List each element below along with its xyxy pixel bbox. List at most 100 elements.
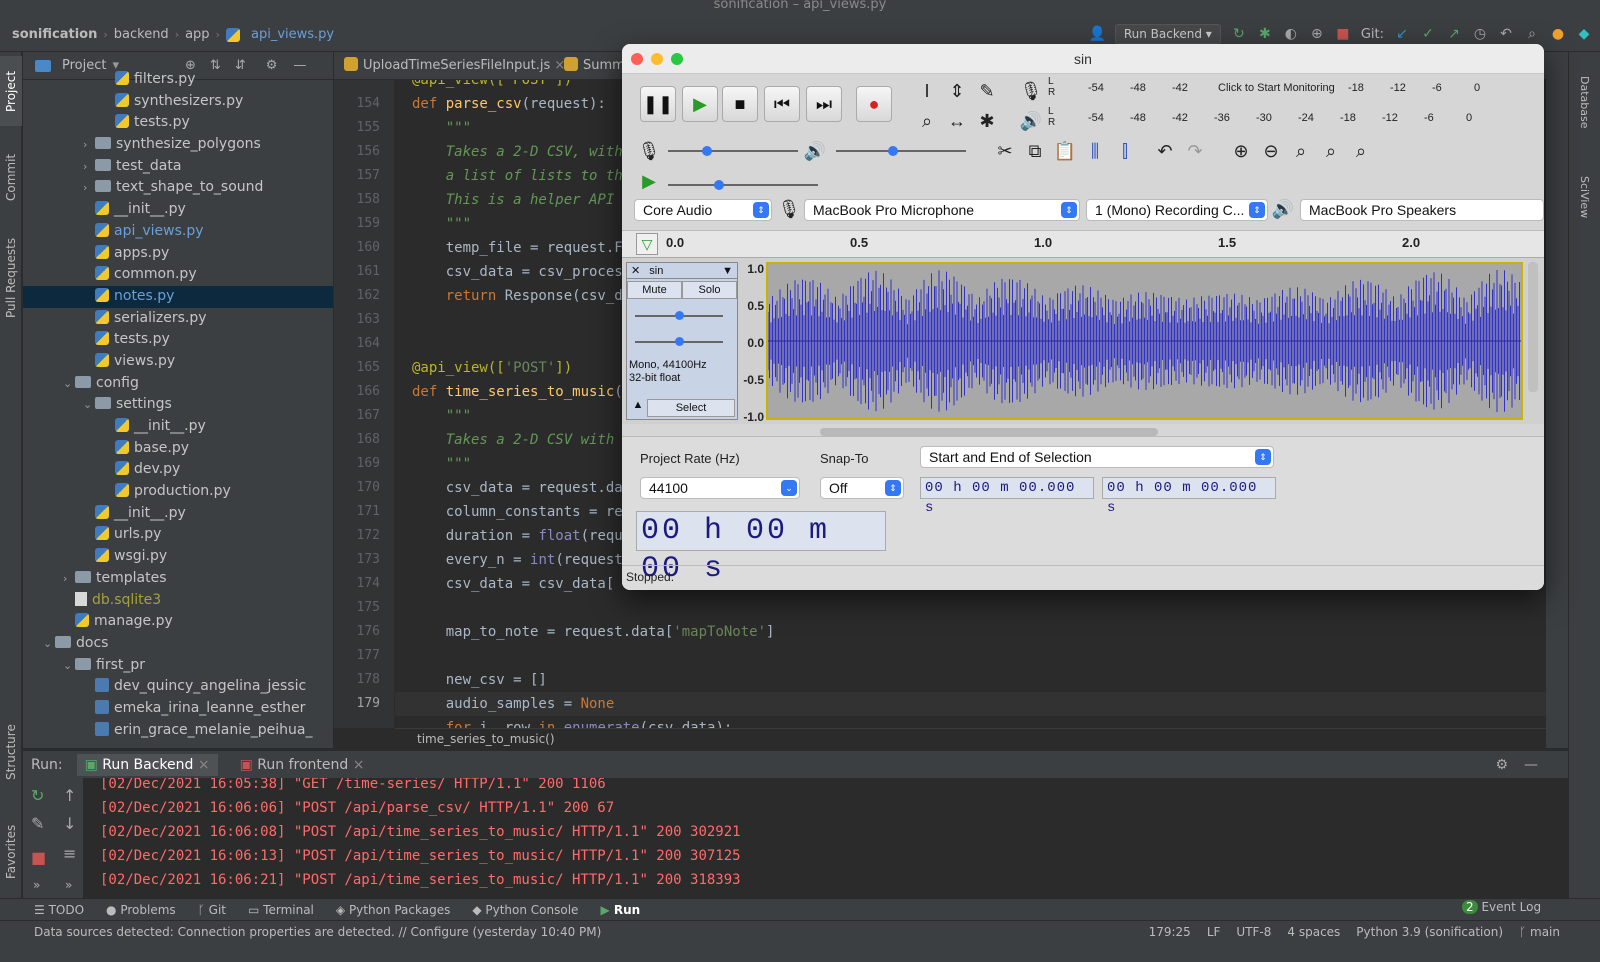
- tree-item[interactable]: tests.py: [23, 329, 333, 351]
- input-volume-slider[interactable]: [668, 146, 798, 156]
- channels-select[interactable]: 1 (Mono) Recording C... ⇕: [1086, 199, 1268, 221]
- paste-icon[interactable]: 📋: [1052, 138, 1078, 164]
- code-line[interactable]: [395, 596, 1600, 620]
- select-track-button[interactable]: Select: [647, 399, 735, 417]
- chevron-right-icon[interactable]: ›: [83, 134, 95, 156]
- code-line[interactable]: [395, 644, 1600, 668]
- bottom-tab-todo[interactable]: ☰ TODO: [34, 903, 84, 917]
- input-device-select[interactable]: MacBook Pro Microphone ⇕: [804, 199, 1080, 221]
- updates-icon[interactable]: ●: [1550, 26, 1566, 42]
- debug-icon[interactable]: ✱: [1257, 26, 1273, 42]
- trim-icon[interactable]: ⫼: [1082, 138, 1108, 164]
- profile-icon[interactable]: ⊕: [1309, 26, 1325, 42]
- breadcrumb-file[interactable]: api_views.py: [251, 27, 334, 42]
- envelope-tool-icon[interactable]: ⇕: [944, 78, 970, 104]
- stop-button[interactable]: ■: [722, 86, 758, 122]
- gear-icon[interactable]: ⚙: [1495, 757, 1508, 773]
- breadcrumb-project[interactable]: sonification: [12, 27, 97, 42]
- arrow-up-icon[interactable]: ↑: [63, 786, 76, 805]
- close-window-button[interactable]: [631, 53, 643, 65]
- wrench-icon[interactable]: ✎: [31, 814, 44, 833]
- tree-item[interactable]: › test_data: [23, 156, 333, 178]
- cursor-position[interactable]: 179:25: [1149, 921, 1191, 943]
- multi-tool-icon[interactable]: ✱: [974, 108, 1000, 134]
- playback-meter[interactable]: -54 -48 -42 -36 -30 -24 -18 -12 -6 0: [1058, 112, 1498, 126]
- bottom-tab-python-console[interactable]: ◆ Python Console: [472, 903, 578, 917]
- chevron-right-icon[interactable]: ›: [63, 568, 75, 590]
- minimize-window-button[interactable]: [651, 53, 663, 65]
- track-gain-slider[interactable]: [635, 311, 723, 320]
- skip-to-end-button[interactable]: ⏭: [806, 86, 842, 122]
- skip-to-start-button[interactable]: ⏮: [764, 86, 800, 122]
- python-interpreter[interactable]: Python 3.9 (sonification): [1356, 921, 1503, 943]
- git-branch[interactable]: ᚴ main: [1519, 921, 1560, 943]
- tree-item[interactable]: base.py: [23, 438, 333, 460]
- bottom-tab-git[interactable]: ᚴ Git: [198, 903, 226, 917]
- indent-setting[interactable]: 4 spaces: [1287, 921, 1340, 943]
- tree-item[interactable]: ⌄ settings: [23, 394, 333, 416]
- timeline-ruler[interactable]: ▽ 0.0 0.5 1.0 1.5 2.0: [622, 230, 1544, 258]
- tab-pull-requests[interactable]: Pull Requests: [0, 228, 22, 328]
- solo-button[interactable]: Solo: [682, 281, 737, 299]
- tree-item[interactable]: apps.py: [23, 243, 333, 265]
- draw-tool-icon[interactable]: ✎: [974, 78, 1000, 104]
- collapse-track-icon[interactable]: ▲: [629, 399, 647, 417]
- tree-item[interactable]: erin_grace_melanie_peihua_: [23, 720, 333, 742]
- selection-mode-select[interactable]: Start and End of Selection ⇕: [920, 446, 1274, 468]
- tab-sciview[interactable]: SciView: [1573, 162, 1595, 232]
- start-monitoring-label[interactable]: Click to Start Monitoring: [1218, 82, 1335, 94]
- waveform-display[interactable]: [766, 262, 1523, 420]
- more-icon[interactable]: »: [65, 878, 72, 892]
- git-commit-icon[interactable]: ✓: [1420, 26, 1436, 42]
- snap-to-select[interactable]: Off ⇕: [820, 477, 904, 499]
- run-tab-backend[interactable]: ▣ Run Backend ×: [76, 753, 218, 776]
- zoom-tool-icon[interactable]: ⌕: [914, 108, 940, 134]
- zoom-toggle-icon[interactable]: ⌕: [1348, 138, 1374, 164]
- tree-item[interactable]: dev.py: [23, 459, 333, 481]
- tree-item[interactable]: manage.py: [23, 611, 333, 633]
- tree-item[interactable]: serializers.py: [23, 308, 333, 330]
- code-line[interactable]: for i, row in enumerate(csv_data):: [395, 716, 1600, 728]
- tree-item[interactable]: › text_shape_to_sound: [23, 177, 333, 199]
- stop-icon[interactable]: ■: [1335, 26, 1351, 42]
- bottom-tab-terminal[interactable]: ▭ Terminal: [248, 903, 314, 917]
- tab-database[interactable]: Database: [1573, 62, 1595, 142]
- tab-commit[interactable]: Commit: [0, 142, 22, 212]
- track-pan-slider[interactable]: [635, 337, 723, 346]
- chevron-down-icon[interactable]: ⌄: [63, 655, 75, 677]
- timeshift-tool-icon[interactable]: ↔: [944, 108, 970, 134]
- chevron-right-icon[interactable]: ›: [83, 156, 95, 178]
- play-speed-slider[interactable]: [668, 180, 818, 190]
- play-at-speed-icon[interactable]: ▶: [636, 168, 662, 194]
- user-icon[interactable]: 👤: [1089, 26, 1106, 42]
- git-update-icon[interactable]: ↙: [1394, 26, 1410, 42]
- tree-item[interactable]: __init__.py: [23, 416, 333, 438]
- history-icon[interactable]: ◷: [1472, 26, 1488, 42]
- code-line[interactable]: audio_samples = None: [395, 692, 1600, 716]
- tree-item[interactable]: ⌄ first_pr: [23, 655, 333, 677]
- tree-item[interactable]: ⌄ docs: [23, 633, 333, 655]
- play-button[interactable]: ▶: [682, 86, 718, 122]
- tree-item[interactable]: › templates: [23, 568, 333, 590]
- output-volume-slider[interactable]: [836, 146, 966, 156]
- speaker-icon[interactable]: 🔊: [1018, 108, 1044, 134]
- track-name[interactable]: sin: [649, 265, 663, 277]
- stop-icon[interactable]: ■: [31, 848, 46, 867]
- tree-item[interactable]: synthesizers.py: [23, 91, 333, 113]
- hide-icon[interactable]: —: [1524, 757, 1538, 773]
- zoom-in-icon[interactable]: ⊕: [1228, 138, 1254, 164]
- tree-item[interactable]: › synthesize_polygons: [23, 134, 333, 156]
- silence-icon[interactable]: ⫿: [1112, 138, 1138, 164]
- tab-favorites[interactable]: Favorites: [0, 812, 22, 892]
- track-close-icon[interactable]: ✕: [631, 265, 640, 277]
- chevron-right-icon[interactable]: ›: [83, 177, 95, 199]
- git-push-icon[interactable]: ↗: [1446, 26, 1462, 42]
- chevron-down-icon[interactable]: ⌄: [43, 633, 55, 655]
- editor-breadcrumb[interactable]: time_series_to_music(): [395, 728, 1600, 748]
- code-line[interactable]: map_to_note = request.data['mapToNote']: [395, 620, 1600, 644]
- run-console[interactable]: [02/Dec/2021 16:05:38] "GET /time-series…: [84, 778, 1544, 898]
- tree-item[interactable]: ⌄ config: [23, 373, 333, 395]
- soft-wrap-icon[interactable]: ≡: [63, 844, 76, 863]
- file-encoding[interactable]: UTF-8: [1236, 921, 1271, 943]
- rerun-icon[interactable]: ↻: [1231, 26, 1247, 42]
